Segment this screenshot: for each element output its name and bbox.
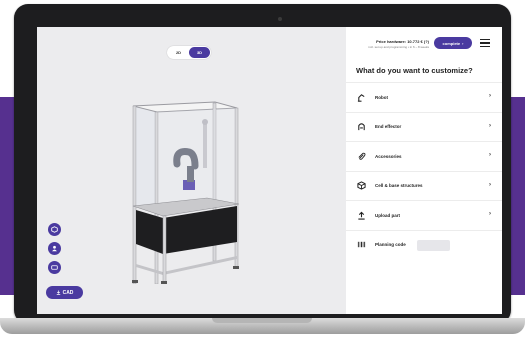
complete-label: complete	[442, 40, 461, 46]
option-end-effector[interactable]: End effector ›	[346, 111, 502, 142]
barcode-icon	[356, 240, 366, 250]
customize-panel: Price hardware: 10.772 € (?) incl. set u…	[346, 27, 502, 314]
app-screen: 2D 3D CAD Price hardware: 10.772 € (?) i…	[37, 27, 502, 314]
card-icon	[51, 265, 58, 270]
toggle-2d[interactable]: 2D	[168, 47, 189, 58]
planning-code-label: Planning code	[375, 242, 406, 248]
option-robot[interactable]: Robot ›	[346, 82, 502, 112]
price-info: Price hardware: 10.772 € (?) incl. set u…	[346, 39, 429, 49]
option-label: Robot	[375, 94, 388, 100]
robot-cell-model[interactable]	[127, 94, 247, 284]
option-label: Upload part	[375, 212, 401, 218]
box-icon	[356, 181, 366, 191]
laptop-notch	[212, 318, 312, 323]
option-accessories[interactable]: Accessories ›	[346, 141, 502, 171]
panel-title: What do you want to customize?	[356, 66, 473, 75]
option-cell-base[interactable]: Cell & base structures ›	[346, 170, 502, 201]
person-icon	[52, 245, 57, 252]
card-tool-button[interactable]	[48, 261, 61, 274]
price-hardware: Price hardware: 10.772 € (?)	[376, 39, 429, 44]
cube-icon	[51, 226, 58, 233]
person-tool-button[interactable]	[48, 242, 61, 255]
option-label: End effector	[375, 124, 402, 130]
arrow-right-icon: ›	[462, 40, 464, 46]
robot-arm-icon	[356, 92, 366, 102]
chevron-right-icon: ›	[489, 152, 491, 158]
chevron-right-icon: ›	[489, 122, 491, 129]
3d-viewer[interactable]: 2D 3D CAD	[37, 27, 346, 314]
paperclip-icon	[356, 151, 366, 161]
cad-download-button[interactable]: CAD	[46, 286, 83, 299]
view-toggle[interactable]: 2D 3D	[167, 46, 211, 59]
chevron-right-icon: ›	[489, 211, 491, 217]
option-label: Cell & base structures	[375, 183, 423, 189]
download-icon	[56, 290, 60, 295]
price-subtext: incl. set up and programming • in 6 – 8 …	[368, 45, 429, 49]
customize-options: Robot › End effector › Accessories › Cel…	[346, 82, 502, 259]
gripper-icon	[356, 122, 366, 132]
camera-dot	[278, 17, 282, 21]
option-upload-part[interactable]: Upload part ›	[346, 200, 502, 230]
complete-button[interactable]: complete ›	[434, 37, 472, 49]
cube-tool-button[interactable]	[48, 223, 61, 236]
chevron-right-icon: ›	[489, 93, 491, 99]
hamburger-menu-icon[interactable]	[480, 39, 490, 47]
toggle-3d[interactable]: 3D	[189, 47, 210, 58]
chevron-right-icon: ›	[489, 181, 491, 188]
option-label: Accessories	[375, 153, 402, 159]
cad-label: CAD	[62, 289, 74, 296]
planning-code-input[interactable]	[417, 239, 450, 251]
planning-code-row: Planning code	[346, 229, 502, 260]
upload-icon	[356, 210, 366, 220]
